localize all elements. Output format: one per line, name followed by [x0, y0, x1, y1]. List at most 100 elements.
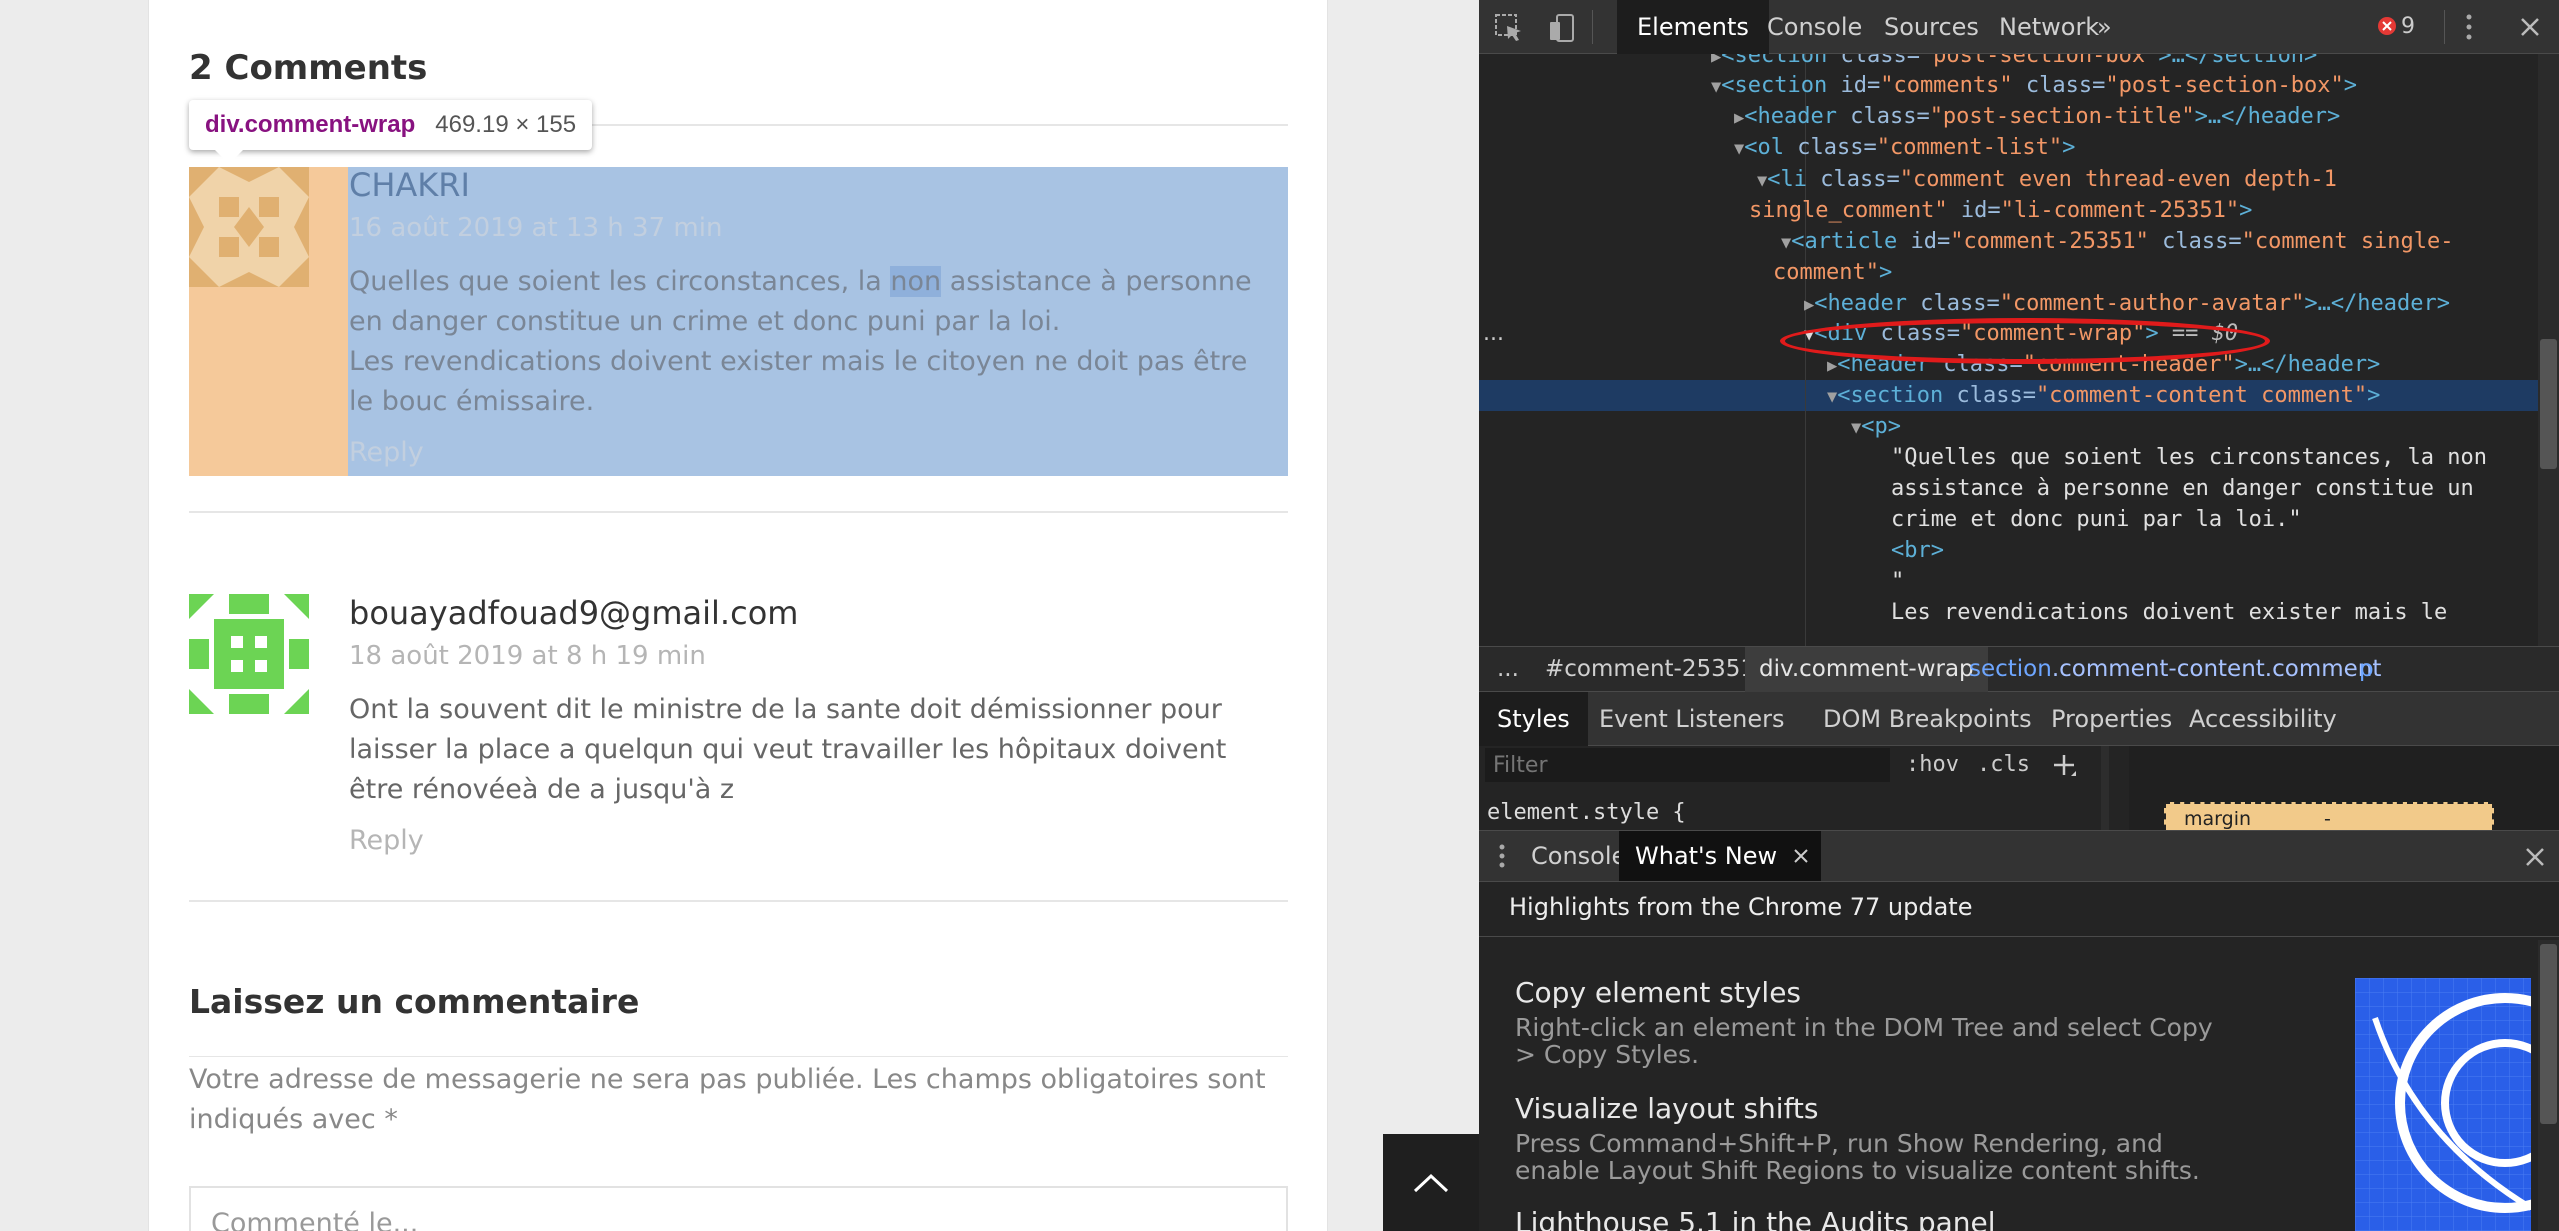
- comment-notes: Votre adresse de messagerie ne sera pas …: [189, 1064, 1266, 1135]
- dom-node-tag: <header: [1744, 104, 1837, 129]
- dom-node-value: "post-section-title": [1929, 104, 2195, 129]
- drawer-tab-label: What's New: [1635, 842, 1778, 870]
- dom-node[interactable]: ▼<li class="comment even thread-even dep…: [1757, 164, 2337, 195]
- dom-node-attr: id=: [1827, 73, 1881, 98]
- devtools-panel: Elements Console Sources Network » 9 ▶<s…: [1479, 0, 2559, 1231]
- whats-new-item-title[interactable]: Copy element styles: [1515, 976, 1801, 1009]
- tab-styles[interactable]: Styles: [1479, 692, 1588, 746]
- whats-new-item-title[interactable]: Lighthouse 5.1 in the Audits panel: [1515, 1206, 1996, 1231]
- scroll-to-top-button[interactable]: [1383, 1134, 1479, 1231]
- dom-node-attr: class=: [1906, 291, 2000, 316]
- styles-tabbar: Styles Event Listeners DOM Breakpoints P…: [1479, 692, 2559, 746]
- inspect-element-icon[interactable]: [1493, 12, 1525, 44]
- dom-node-attr: class=: [1943, 383, 2036, 408]
- comment-date[interactable]: 18 août 2019 at 8 h 19 min: [349, 641, 706, 671]
- comment-textarea[interactable]: Commenté le...: [189, 1186, 1288, 1231]
- hover-state-toggle[interactable]: :hov: [1906, 752, 1959, 777]
- drawer-menu-icon[interactable]: [1497, 843, 1507, 869]
- selected-node-ellipsis[interactable]: ...: [1483, 318, 1504, 349]
- whats-new-scrollbar[interactable]: [2538, 940, 2559, 1231]
- dom-node-continued[interactable]: comment">: [1773, 257, 1892, 288]
- whats-new-item-desc: Right-click an element in the DOM Tree a…: [1515, 1013, 2213, 1069]
- dom-node[interactable]: ▼<section class="comment-content comment…: [1827, 380, 2380, 411]
- element-style-rule[interactable]: element.style {: [1487, 800, 1686, 825]
- tooltip-arrow: [215, 150, 243, 164]
- breadcrumb-tag: section: [1969, 656, 2052, 682]
- divider: [189, 511, 1288, 513]
- dom-node-tag: >…</section>: [2158, 54, 2318, 68]
- separator: [2444, 10, 2445, 44]
- dom-node-attr: id=: [1897, 229, 1951, 254]
- dom-node-tag: >: [2062, 135, 2076, 160]
- tab-dom-breakpoints[interactable]: DOM Breakpoints: [1805, 692, 2050, 746]
- dom-node[interactable]: ▶<section class="post-section-box">…</se…: [1711, 54, 2317, 71]
- dom-node[interactable]: <br>: [1891, 535, 1944, 566]
- dom-scrollbar[interactable]: [2538, 54, 2559, 646]
- device-toolbar-icon[interactable]: [1547, 12, 1579, 44]
- comment-text: Quelles que soient les circonstances, la…: [349, 262, 1279, 422]
- scrollbar-thumb[interactable]: [2540, 339, 2557, 469]
- dom-node-value: "comment-content comment": [2035, 383, 2368, 408]
- avatar: [189, 594, 309, 714]
- dom-node-value: "post-section-box": [2105, 73, 2344, 98]
- dom-node-continued[interactable]: single_comment" id="li-comment-25351">: [1749, 195, 2252, 226]
- dom-node[interactable]: ▼<section id="comments" class="post-sect…: [1711, 70, 2357, 101]
- divider: [189, 1056, 1288, 1057]
- tooltip-selector: div.comment-wrap: [205, 111, 416, 138]
- tab-event-listeners[interactable]: Event Listeners: [1581, 692, 1802, 746]
- dom-node-value: "comment even thread-even depth-1: [1899, 167, 2337, 192]
- more-tabs-button[interactable]: »: [2077, 0, 2132, 54]
- breadcrumb-item[interactable]: section.comment-content.comment: [1955, 647, 2395, 692]
- dom-node[interactable]: ▶<header class="post-section-title">…</h…: [1734, 101, 2340, 132]
- dom-node[interactable]: ▼<ol class="comment-list">: [1734, 132, 2075, 163]
- dom-node-value: "comment-25351": [1950, 229, 2149, 254]
- dom-node[interactable]: ▼<article id="comment-25351" class="comm…: [1781, 226, 2454, 257]
- pane-divider[interactable]: [2101, 746, 2109, 830]
- comment-author[interactable]: CHAKRI: [349, 166, 470, 204]
- dom-text-node[interactable]: Les revendications doivent exister mais …: [1891, 597, 2447, 628]
- dom-text-node[interactable]: ": [1891, 566, 1904, 597]
- tab-accessibility[interactable]: Accessibility: [2171, 692, 2355, 746]
- whats-new-item-desc: Press Command+Shift+P, run Show Renderin…: [1515, 1129, 2200, 1185]
- dom-text-node[interactable]: assistance à personne en danger constitu…: [1891, 473, 2474, 504]
- dom-node-value: single_comment": [1749, 198, 1948, 223]
- comments-heading: 2 Comments: [189, 48, 428, 88]
- close-tab-icon[interactable]: [1793, 848, 1809, 864]
- divider: [189, 900, 1288, 902]
- reply-link[interactable]: Reply: [349, 437, 424, 468]
- webpage-viewport: 2 Comments CHAKRI 16 août 2019 at 13 h 3…: [0, 0, 1479, 1231]
- whats-new-item-title[interactable]: Visualize layout shifts: [1515, 1092, 1819, 1125]
- comment-text-part: Quelles que soient les circonstances, la: [349, 266, 891, 297]
- dom-text-node[interactable]: "Quelles que soient les circonstances, l…: [1891, 442, 2487, 473]
- tab-properties[interactable]: Properties: [2033, 692, 2190, 746]
- dom-node-attr: class=: [1807, 167, 1900, 192]
- drawer-tab-whats-new[interactable]: What's New: [1619, 831, 1822, 881]
- close-drawer-icon[interactable]: [2524, 846, 2546, 868]
- breadcrumb-item[interactable]: #comment-25351: [1531, 647, 1769, 692]
- dom-node-value: comment": [1773, 260, 1879, 285]
- breadcrumb-item[interactable]: p: [2345, 647, 2388, 692]
- scrollbar-thumb[interactable]: [2540, 944, 2557, 1124]
- styles-filter-input[interactable]: [1485, 748, 1890, 782]
- dom-node-tag: <p>: [1861, 414, 1901, 439]
- comment-date[interactable]: 16 août 2019 at 13 h 37 min: [349, 213, 722, 243]
- dom-text-node[interactable]: crime et donc puni par la loi.": [1891, 504, 2302, 535]
- kebab-menu-icon[interactable]: [2464, 12, 2474, 42]
- whats-new-illustration: [2355, 978, 2531, 1231]
- dom-node-tag: >: [2239, 198, 2253, 223]
- reply-link[interactable]: Reply: [349, 825, 424, 856]
- close-icon[interactable]: [2519, 16, 2541, 38]
- tab-console[interactable]: Console: [1747, 0, 1882, 54]
- dom-node-tag: <li: [1767, 167, 1807, 192]
- comment-author[interactable]: bouayadfouad9@gmail.com: [349, 594, 798, 632]
- devtools-tabbar: Elements Console Sources Network » 9: [1479, 0, 2559, 54]
- breadcrumb-item-selected[interactable]: div.comment-wrap: [1745, 647, 1988, 692]
- dom-node[interactable]: ▼<p>: [1851, 411, 1901, 442]
- class-toggle[interactable]: .cls: [1977, 752, 2030, 777]
- error-count[interactable]: 9: [2401, 14, 2415, 39]
- dom-node[interactable]: ▶<header class="comment-author-avatar">……: [1804, 288, 2450, 319]
- breadcrumb-more[interactable]: ...: [1483, 647, 1533, 692]
- dom-node-attr: class=: [2012, 73, 2106, 98]
- avatar: [189, 167, 309, 287]
- new-rule-icon[interactable]: [2051, 752, 2077, 778]
